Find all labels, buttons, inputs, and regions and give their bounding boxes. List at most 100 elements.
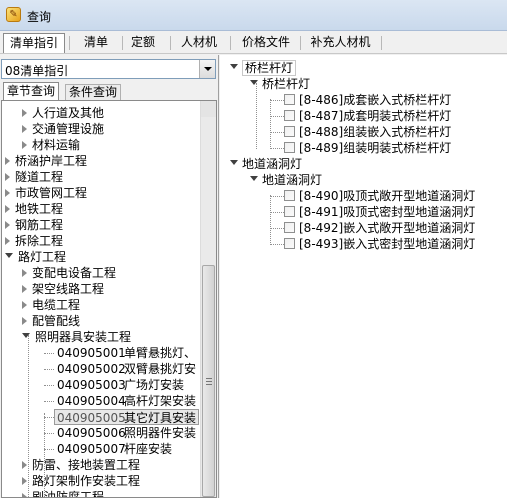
tree-branch-line — [44, 433, 54, 434]
tab-separator — [230, 36, 231, 50]
collapse-arrow-icon[interactable] — [230, 160, 238, 165]
window-title: 查询 — [27, 10, 52, 24]
grip-icon — [206, 381, 212, 382]
list-item[interactable]: 040905003广场灯安装 — [57, 377, 184, 393]
tab-condition-search[interactable]: 条件查询 — [65, 84, 122, 100]
tree-node-pedestrian[interactable]: 人行道及其他 — [22, 105, 104, 121]
tree-node-tunnel[interactable]: 隧道工程 — [5, 169, 63, 185]
expand-arrow-icon[interactable] — [5, 156, 10, 165]
tree-branch-line — [270, 244, 284, 245]
expand-arrow-icon[interactable] — [22, 268, 27, 277]
expand-arrow-icon[interactable] — [22, 140, 27, 149]
checkbox[interactable] — [284, 110, 295, 121]
collapse-arrow-icon[interactable] — [250, 80, 258, 85]
tab-chapter-search[interactable]: 章节查询 — [3, 82, 60, 100]
group-underpass-lamp[interactable]: 地道涵洞灯 — [230, 156, 302, 172]
quota-item[interactable]: [8-488]组装嵌入式桥栏杆灯 — [284, 124, 451, 140]
checkbox[interactable] — [284, 126, 295, 137]
grip-icon — [206, 378, 212, 379]
tab-quota[interactable]: 定额 — [125, 33, 161, 53]
tree-branch-line — [44, 353, 54, 354]
expand-arrow-icon[interactable] — [5, 188, 10, 197]
checkbox[interactable] — [284, 190, 295, 201]
tab-bill-guide[interactable]: 清单指引 — [3, 33, 65, 53]
expand-arrow-icon[interactable] — [22, 108, 27, 117]
app-logo-icon: ✎ — [6, 7, 21, 22]
grip-icon — [206, 384, 212, 385]
expand-arrow-icon[interactable] — [5, 220, 10, 229]
tree-scrollbar[interactable] — [200, 101, 216, 497]
checkbox[interactable] — [284, 206, 295, 217]
list-item[interactable]: 040905002双臂悬挑灯安 — [57, 361, 196, 377]
tab-separator — [170, 36, 171, 50]
tree-node-cable[interactable]: 电缆工程 — [22, 297, 80, 313]
expand-arrow-icon[interactable] — [22, 460, 27, 469]
left-pane: 08清单指引 章节查询 条件查询 人行道及其他 交通管理设施 材料运输 桥涵护岸… — [0, 55, 219, 498]
tree-branch-line — [44, 417, 54, 418]
tree-branch-line — [44, 369, 54, 370]
tab-labor-material-machine[interactable]: 人材机 — [174, 33, 224, 53]
checkbox[interactable] — [284, 94, 295, 105]
tree-node-paint-anticorrosion[interactable]: 刷油防腐工程 — [22, 489, 104, 497]
checkbox[interactable] — [284, 222, 295, 233]
tree-branch-line — [270, 196, 284, 197]
tab-price-file[interactable]: 价格文件 — [234, 33, 298, 53]
guide-select[interactable]: 08清单指引 — [1, 59, 216, 79]
quota-item[interactable]: [8-486]成套嵌入式桥栏杆灯 — [284, 92, 451, 108]
expand-arrow-icon[interactable] — [22, 124, 27, 133]
expand-arrow-icon[interactable] — [22, 300, 27, 309]
collapse-arrow-icon[interactable] — [230, 64, 238, 69]
list-item[interactable]: 040905006照明器件安装 — [57, 425, 196, 441]
expand-arrow-icon[interactable] — [22, 284, 27, 293]
list-item-selected[interactable]: 040905005其它灯具安装 — [54, 409, 200, 425]
tree-branch-line — [270, 148, 284, 149]
quota-item[interactable]: [8-492]嵌入式敞开型地道涵洞灯 — [284, 220, 475, 236]
main-tab-bar: 清单指引 清单 定额 人材机 价格文件 补充人材机 — [0, 31, 507, 54]
list-item[interactable]: 040905007杆座安装 — [57, 441, 172, 457]
list-item[interactable]: 040905001单臂悬挑灯、 — [57, 345, 196, 361]
expand-arrow-icon[interactable] — [5, 204, 10, 213]
collapse-arrow-icon[interactable] — [5, 253, 13, 258]
checkbox[interactable] — [284, 142, 295, 153]
tree-node-municipal-pipe[interactable]: 市政管网工程 — [5, 185, 87, 201]
tree-node-demolition[interactable]: 拆除工程 — [5, 233, 63, 249]
tree-node-material-transport[interactable]: 材料运输 — [22, 137, 80, 153]
quota-item[interactable]: [8-491]吸顶式密封型地道涵洞灯 — [284, 204, 475, 220]
tree-node-rebar[interactable]: 钢筋工程 — [5, 217, 63, 233]
tree-node-conduit-wiring[interactable]: 配管配线 — [22, 313, 80, 329]
checkbox[interactable] — [284, 238, 295, 249]
tab-bill[interactable]: 清单 — [71, 33, 121, 53]
expand-arrow-icon[interactable] — [5, 236, 10, 245]
tab-supplement-lmm[interactable]: 补充人材机 — [303, 33, 378, 53]
tree-node-street-light[interactable]: 路灯工程 — [5, 249, 66, 265]
expand-arrow-icon[interactable] — [22, 316, 27, 325]
tree-node-bridge-revetment[interactable]: 桥涵护岸工程 — [5, 153, 87, 169]
quota-item[interactable]: [8-490]吸顶式敞开型地道涵洞灯 — [284, 188, 475, 204]
quota-item[interactable]: [8-489]组装明装式桥栏杆灯 — [284, 140, 451, 156]
collapse-arrow-icon[interactable] — [22, 333, 30, 338]
tree-branch-line — [270, 116, 284, 117]
list-item[interactable]: 040905004高杆灯架安装 — [57, 393, 196, 409]
expand-arrow-icon[interactable] — [22, 476, 27, 485]
tree-node-metro[interactable]: 地铁工程 — [5, 201, 63, 217]
group-bridge-rail-lamp[interactable]: 桥栏杆灯 — [230, 60, 297, 76]
quota-item[interactable]: [8-493]嵌入式密封型地道涵洞灯 — [284, 236, 475, 252]
tree-node-lightning-grounding[interactable]: 防雷、接地装置工程 — [22, 457, 140, 473]
collapse-arrow-icon[interactable] — [250, 176, 258, 181]
subgroup-bridge-rail-lamp[interactable]: 桥栏杆灯 — [250, 76, 310, 92]
quota-item[interactable]: [8-487]成套明装式桥栏杆灯 — [284, 108, 451, 124]
tree-node-substation[interactable]: 变配电设备工程 — [22, 265, 116, 281]
expand-arrow-icon[interactable] — [22, 492, 27, 497]
tree-node-overhead-line[interactable]: 架空线路工程 — [22, 281, 104, 297]
tree-branch-line — [270, 132, 284, 133]
tree-node-lighting-install[interactable]: 照明器具安装工程 — [22, 329, 131, 345]
tree-node-light-frame[interactable]: 路灯架制作安装工程 — [22, 473, 140, 489]
tree-guide-line — [270, 195, 271, 245]
expand-arrow-icon[interactable] — [5, 172, 10, 181]
chevron-down-icon[interactable] — [199, 60, 215, 78]
tree-guide-line — [256, 83, 257, 149]
tree-node-traffic-management[interactable]: 交通管理设施 — [22, 121, 104, 137]
subgroup-underpass-lamp[interactable]: 地道涵洞灯 — [250, 172, 322, 188]
scroll-up-arrow[interactable] — [201, 101, 216, 117]
scrollbar-thumb[interactable] — [202, 265, 215, 497]
